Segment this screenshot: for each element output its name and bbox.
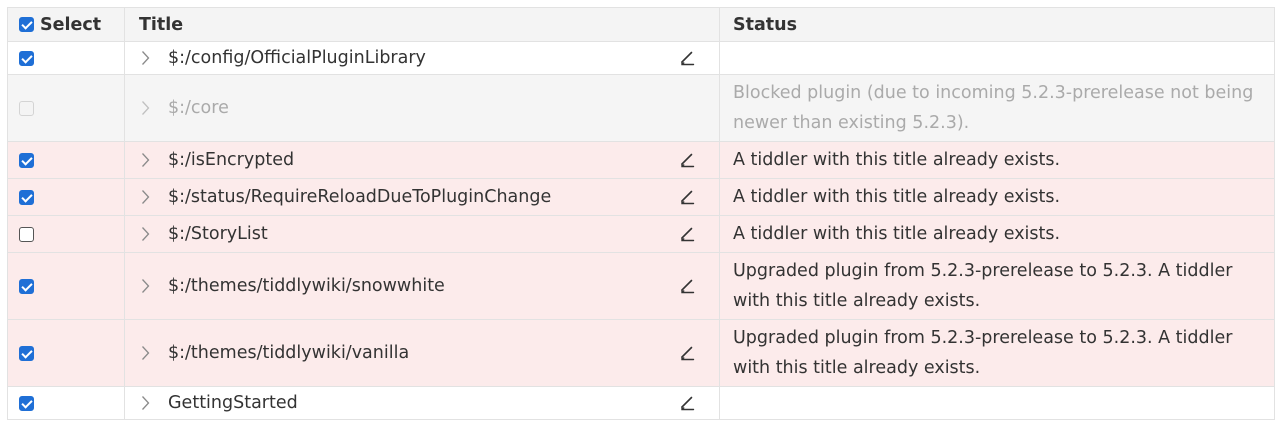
row-status: Blocked plugin (due to incoming 5.2.3-pr…	[733, 83, 1254, 133]
table-row: GettingStarted	[7, 386, 1275, 420]
row-select-cell	[7, 41, 125, 75]
table-body: $:/config/OfficialPluginLibrary $:/core Bl…	[7, 41, 1275, 420]
row-select-cell	[7, 141, 125, 179]
row-title-cell: $:/status/RequireReloadDueToPluginChange	[124, 178, 720, 216]
row-select-checkbox[interactable]	[19, 395, 34, 411]
table-row: $:/status/RequireReloadDueToPluginChange…	[7, 178, 1275, 216]
chevron-right-icon[interactable]	[141, 152, 155, 168]
row-title[interactable]: $:/StoryList	[168, 224, 679, 244]
row-select-checkbox[interactable]	[19, 189, 34, 205]
select-all-checkbox[interactable]	[19, 17, 34, 32]
row-select-cell	[7, 252, 125, 320]
row-status-cell: Upgraded plugin from 5.2.3-prerelease to…	[719, 319, 1275, 387]
table-row: $:/StoryList A tiddler with this title al…	[7, 215, 1275, 253]
row-status: A tiddler with this title already exists…	[733, 224, 1061, 244]
row-select-checkbox[interactable]	[19, 345, 34, 361]
row-title[interactable]: $:/status/RequireReloadDueToPluginChange	[168, 187, 679, 207]
row-status-cell: A tiddler with this title already exists…	[719, 141, 1275, 179]
chevron-right-icon[interactable]	[141, 345, 155, 361]
row-select-cell	[7, 178, 125, 216]
header-title: Title	[124, 7, 720, 42]
table-row: $:/config/OfficialPluginLibrary	[7, 41, 1275, 75]
chevron-right-icon[interactable]	[141, 226, 155, 242]
row-status-cell	[719, 41, 1275, 75]
table-row: $:/themes/tiddlywiki/vanilla Upgraded plu…	[7, 319, 1275, 387]
header-title-label: Title	[139, 14, 184, 35]
row-status-cell: Blocked plugin (due to incoming 5.2.3-pr…	[719, 74, 1275, 142]
row-select-cell	[7, 74, 125, 142]
row-status: Upgraded plugin from 5.2.3-prerelease to…	[733, 261, 1233, 311]
row-select-cell	[7, 386, 125, 420]
chevron-right-icon[interactable]	[141, 50, 155, 66]
row-title-cell: GettingStarted	[124, 386, 720, 420]
row-status-cell	[719, 386, 1275, 420]
pencil-icon[interactable]	[679, 277, 697, 295]
table-header-row: Select Title Status	[7, 7, 1275, 42]
row-status: A tiddler with this title already exists…	[733, 187, 1061, 207]
header-status-label: Status	[733, 14, 798, 35]
import-table: Select Title Status $:/config/OfficialPl…	[7, 7, 1275, 420]
row-title[interactable]: GettingStarted	[168, 393, 679, 413]
row-status-cell: A tiddler with this title already exists…	[719, 178, 1275, 216]
chevron-right-icon[interactable]	[141, 100, 155, 116]
header-select: Select	[7, 7, 125, 42]
chevron-right-icon[interactable]	[141, 395, 155, 411]
table-row: $:/themes/tiddlywiki/snowwhite Upgraded p…	[7, 252, 1275, 320]
row-status-cell: Upgraded plugin from 5.2.3-prerelease to…	[719, 252, 1275, 320]
row-status-cell: A tiddler with this title already exists…	[719, 215, 1275, 253]
table-row: $:/core Blocked plugin (due to incoming 5…	[7, 74, 1275, 142]
row-title[interactable]: $:/config/OfficialPluginLibrary	[168, 48, 679, 68]
row-title-cell: $:/core	[124, 74, 720, 142]
row-status: Upgraded plugin from 5.2.3-prerelease to…	[733, 328, 1233, 378]
pencil-icon[interactable]	[679, 225, 697, 243]
row-select-checkbox[interactable]	[19, 152, 34, 168]
pencil-icon[interactable]	[679, 49, 697, 67]
row-select-cell	[7, 319, 125, 387]
row-title-cell: $:/StoryList	[124, 215, 720, 253]
pencil-icon[interactable]	[679, 151, 697, 169]
pencil-icon[interactable]	[679, 188, 697, 206]
row-select-checkbox[interactable]	[19, 278, 34, 294]
chevron-right-icon[interactable]	[141, 278, 155, 294]
row-title-cell: $:/config/OfficialPluginLibrary	[124, 41, 720, 75]
row-select-checkbox[interactable]	[19, 50, 34, 66]
chevron-right-icon[interactable]	[141, 189, 155, 205]
pencil-icon[interactable]	[679, 344, 697, 362]
header-select-label: Select	[40, 14, 102, 35]
row-title-cell: $:/themes/tiddlywiki/vanilla	[124, 319, 720, 387]
row-title-cell: $:/themes/tiddlywiki/snowwhite	[124, 252, 720, 320]
row-title-cell: $:/isEncrypted	[124, 141, 720, 179]
row-status	[720, 400, 1274, 406]
row-title[interactable]: $:/isEncrypted	[168, 150, 679, 170]
row-title[interactable]: $:/themes/tiddlywiki/vanilla	[168, 343, 679, 363]
row-select-cell	[7, 215, 125, 253]
pencil-icon[interactable]	[679, 394, 697, 412]
row-title[interactable]: $:/themes/tiddlywiki/snowwhite	[168, 276, 679, 296]
row-status: A tiddler with this title already exists…	[733, 150, 1061, 170]
row-select-checkbox	[19, 100, 34, 116]
header-status: Status	[719, 7, 1275, 42]
row-select-checkbox[interactable]	[19, 226, 34, 242]
table-row: $:/isEncrypted A tiddler with this title …	[7, 141, 1275, 179]
row-title[interactable]: $:/core	[168, 98, 697, 118]
row-status	[720, 55, 1274, 61]
